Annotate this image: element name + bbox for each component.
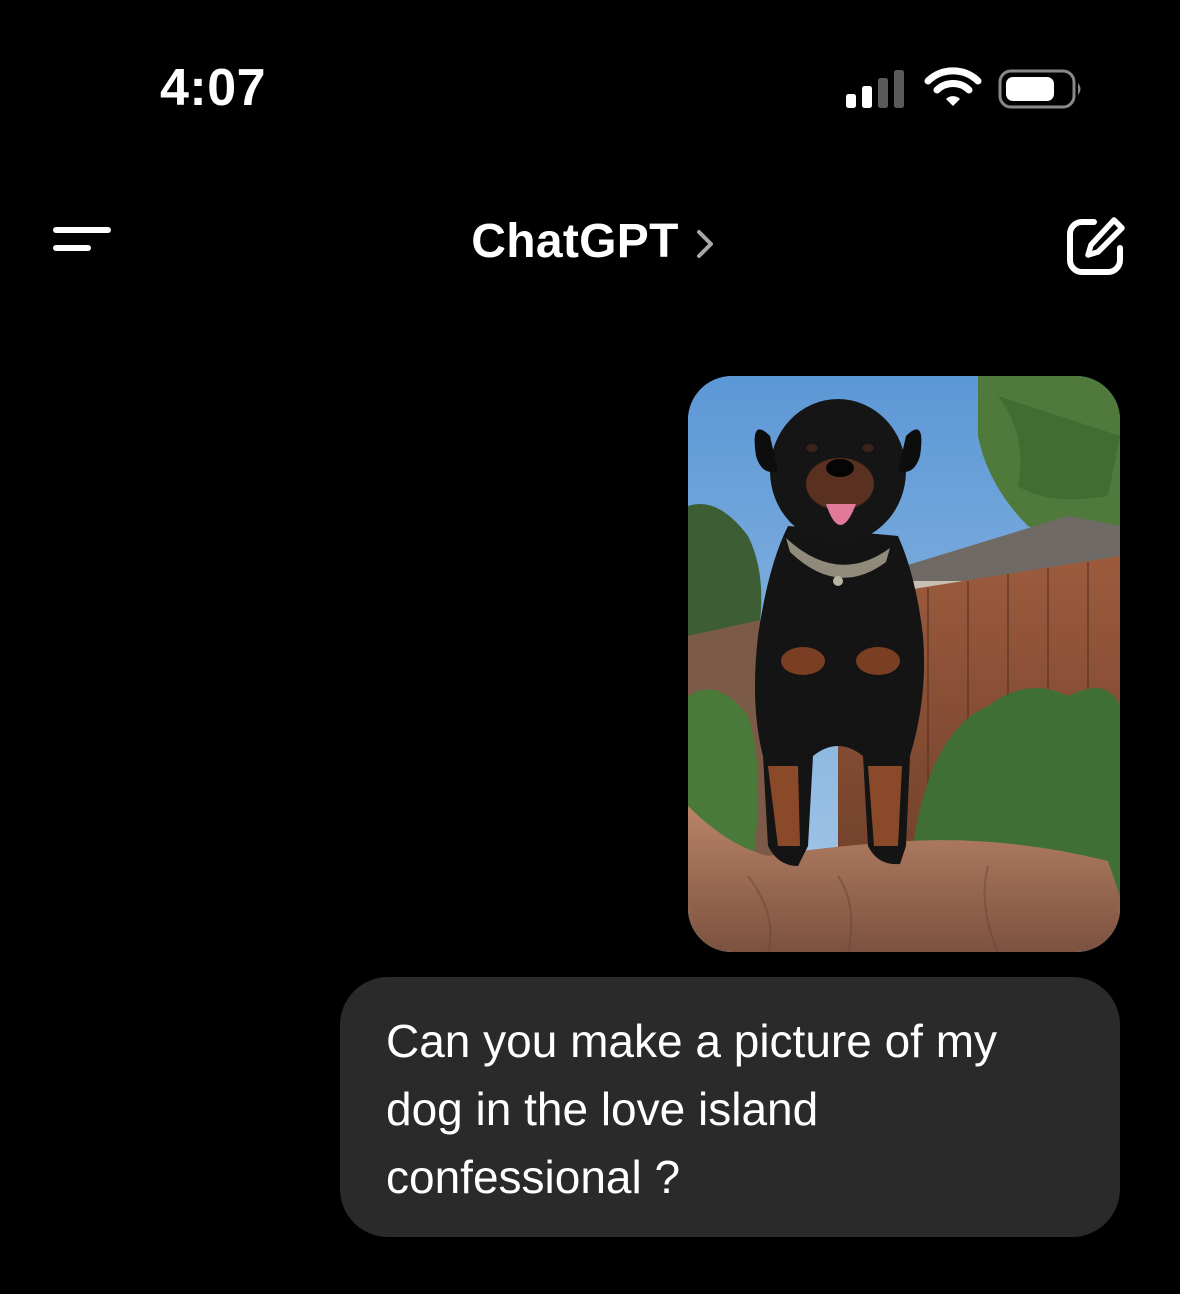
battery-icon (998, 69, 1081, 109)
dog-photo (688, 376, 1120, 952)
status-bar: 4:07 (0, 0, 1180, 180)
title-wrap: ChatGPT (0, 214, 1180, 274)
model-selector-button[interactable]: ChatGPT (471, 214, 718, 269)
user-text-message: Can you make a picture of my dog in the … (340, 977, 1120, 1237)
status-time: 4:07 (160, 59, 267, 117)
user-image-message[interactable] (688, 376, 1120, 952)
chevron-right-icon (696, 229, 713, 258)
wifi-icon (924, 67, 982, 106)
message-text: Can you make a picture of my dog in the … (386, 1015, 998, 1203)
nav-header: ChatGPT (0, 190, 1180, 300)
compose-icon[interactable] (1064, 214, 1128, 278)
page-title: ChatGPT (471, 215, 679, 268)
cellular-signal-icon (846, 70, 904, 108)
